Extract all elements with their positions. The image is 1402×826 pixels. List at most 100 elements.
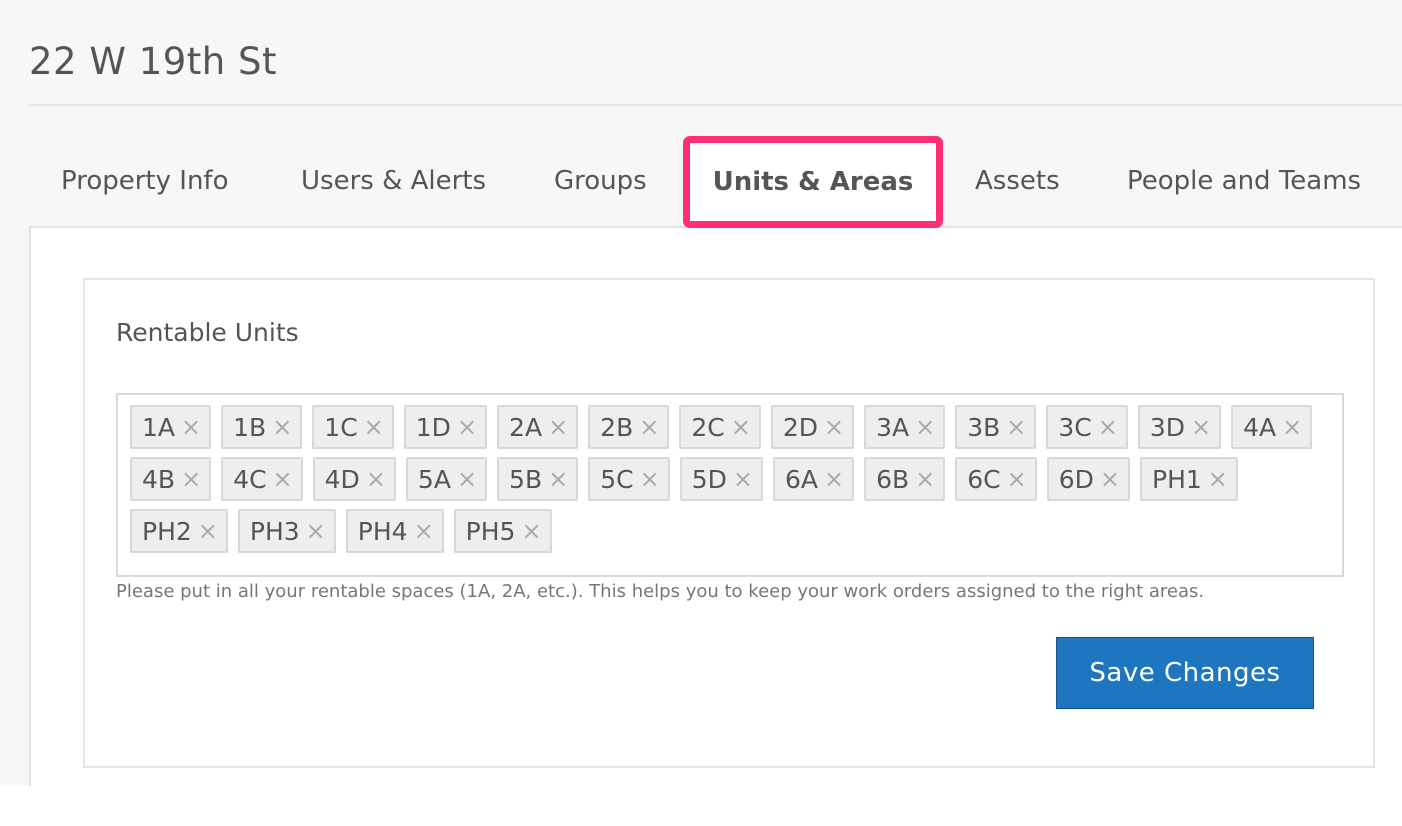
tab-users-alerts[interactable]: Users & Alerts xyxy=(301,166,486,196)
remove-tag-icon[interactable]: × xyxy=(521,519,541,543)
unit-tag-label: 5C xyxy=(600,464,634,494)
unit-tag-label: PH4 xyxy=(357,516,408,546)
tab-panel: Rentable Units 1A × 1B × 1C × 1D × 2A × 2B × 2C × 2D × 3… xyxy=(29,226,1402,786)
unit-tag-label: 6B xyxy=(876,464,910,494)
remove-tag-icon[interactable]: × xyxy=(824,467,844,491)
unit-tag-label: 2A xyxy=(509,412,543,442)
remove-tag-icon[interactable]: × xyxy=(733,467,753,491)
remove-tag-icon[interactable]: × xyxy=(414,519,434,543)
remove-tag-icon[interactable]: × xyxy=(639,415,659,439)
unit-tag-label: 6A xyxy=(784,464,818,494)
unit-tag: PH2 × xyxy=(130,509,228,553)
remove-tag-icon[interactable]: × xyxy=(1100,467,1120,491)
remove-tag-icon[interactable]: × xyxy=(366,467,386,491)
unit-tag: 3A × xyxy=(864,405,946,449)
unit-tag-label: 3B xyxy=(967,412,1001,442)
remove-tag-icon[interactable]: × xyxy=(915,467,935,491)
unit-tag-label: 3C xyxy=(1058,412,1092,442)
remove-tag-icon[interactable]: × xyxy=(1098,415,1118,439)
tag-row: 1A × 1B × 1C × 1D × 2A × 2B × 2C × 2D × 3A × 3B × 3C × 3D × 4A × xyxy=(130,405,1342,457)
unit-tag-label: 5D xyxy=(691,464,727,494)
remove-tag-icon[interactable]: × xyxy=(915,415,935,439)
unit-tag-label: 1D xyxy=(415,412,451,442)
unit-tag-label: PH2 xyxy=(142,516,192,546)
unit-tag: PH3 × xyxy=(237,509,336,553)
title-divider xyxy=(29,104,1402,106)
units-tag-input[interactable]: 1A × 1B × 1C × 1D × 2A × 2B × 2C × 2D × 3A × 3B × 3C × 3D × 4A × 4… xyxy=(116,393,1344,577)
unit-tag: 6C × xyxy=(955,457,1037,501)
unit-tag: 2A × xyxy=(497,405,579,449)
remove-tag-icon[interactable]: × xyxy=(548,415,568,439)
save-changes-button[interactable]: Save Changes xyxy=(1056,637,1314,709)
unit-tag: 1B × xyxy=(221,405,303,449)
remove-tag-icon[interactable]: × xyxy=(1006,415,1026,439)
remove-tag-icon[interactable]: × xyxy=(457,467,477,491)
unit-tag: 6D × xyxy=(1046,457,1131,501)
unit-tag: 5C × xyxy=(588,457,670,501)
remove-tag-icon[interactable]: × xyxy=(306,519,326,543)
unit-tag-label: 5A xyxy=(417,464,451,494)
remove-tag-icon[interactable]: × xyxy=(824,415,844,439)
unit-tag: 4B × xyxy=(130,457,212,501)
unit-tag: 2B × xyxy=(588,405,670,449)
remove-tag-icon[interactable]: × xyxy=(1007,467,1027,491)
unit-tag: 4C × xyxy=(221,457,303,501)
unit-tag-label: 1C xyxy=(324,412,358,442)
tab-groups[interactable]: Groups xyxy=(554,166,647,196)
unit-tag-label: 3D xyxy=(1149,412,1186,442)
tab-property-info[interactable]: Property Info xyxy=(61,166,229,196)
unit-tag: 5A × xyxy=(405,457,488,501)
unit-tag-label: 2C xyxy=(691,412,725,442)
unit-tag-label: PH3 xyxy=(249,516,300,546)
unit-tag: PH5 × xyxy=(453,509,552,553)
unit-tag-label: 6D xyxy=(1058,464,1094,494)
unit-tag: 2C × xyxy=(679,405,761,449)
unit-tag-label: 6C xyxy=(967,464,1001,494)
tab-bar: Property Info Users & Alerts Groups Unit… xyxy=(29,136,1402,228)
unit-tag: PH1 × xyxy=(1140,457,1238,501)
unit-tag-label: 5B xyxy=(509,464,543,494)
unit-tag: 4A × xyxy=(1231,405,1313,449)
remove-tag-icon[interactable]: × xyxy=(364,415,384,439)
unit-tag-label: 4C xyxy=(233,464,267,494)
remove-tag-icon[interactable]: × xyxy=(457,415,477,439)
tab-people-and-teams[interactable]: People and Teams xyxy=(1127,166,1361,196)
unit-tag: 1A × xyxy=(130,405,212,449)
tab-units-areas[interactable]: Units & Areas xyxy=(683,136,943,228)
unit-tag: 3C × xyxy=(1046,405,1128,449)
unit-tag-label: PH1 xyxy=(1152,464,1202,494)
unit-tag: 6A × xyxy=(772,457,855,501)
unit-tag-label: 4B xyxy=(142,464,176,494)
unit-tag: 5D × xyxy=(679,457,763,501)
unit-tag-label: 1B xyxy=(233,412,267,442)
remove-tag-icon[interactable]: × xyxy=(1191,415,1211,439)
unit-tag-label: 1A xyxy=(142,412,176,442)
remove-tag-icon[interactable]: × xyxy=(731,415,751,439)
unit-tag: 1D × xyxy=(403,405,488,449)
rentable-units-card: Rentable Units 1A × 1B × 1C × 1D × 2A × 2B × 2C × 2D × 3… xyxy=(83,278,1375,768)
unit-tag-label: 2B xyxy=(600,412,634,442)
remove-tag-icon[interactable]: × xyxy=(273,467,293,491)
tab-assets[interactable]: Assets xyxy=(975,166,1060,196)
help-text: Please put in all your rentable spaces (… xyxy=(116,581,1205,602)
unit-tag-label: 4A xyxy=(1243,412,1277,442)
tag-row: PH2 × PH3 × PH4 × PH5 × xyxy=(130,509,1342,561)
remove-tag-icon[interactable]: × xyxy=(1282,415,1302,439)
unit-tag: PH4 × xyxy=(345,509,444,553)
remove-tag-icon[interactable]: × xyxy=(272,415,292,439)
unit-tag-label: 2D xyxy=(782,412,818,442)
remove-tag-icon[interactable]: × xyxy=(181,415,201,439)
unit-tag: 4D × xyxy=(312,457,396,501)
remove-tag-icon[interactable]: × xyxy=(181,467,201,491)
unit-tag-label: 4D xyxy=(324,464,360,494)
tag-row: 4B × 4C × 4D × 5A × 5B × 5C × 5D × 6A × 6B × 6C × 6D × PH1 × xyxy=(130,457,1342,509)
remove-tag-icon[interactable]: × xyxy=(640,467,660,491)
remove-tag-icon[interactable]: × xyxy=(548,467,568,491)
remove-tag-icon[interactable]: × xyxy=(1208,467,1228,491)
remove-tag-icon[interactable]: × xyxy=(198,519,218,543)
unit-tag: 3D × xyxy=(1137,405,1222,449)
unit-tag: 6B × xyxy=(864,457,946,501)
card-title: Rentable Units xyxy=(116,318,299,347)
unit-tag-label: PH5 xyxy=(465,516,516,546)
unit-tag: 2D × xyxy=(770,405,855,449)
